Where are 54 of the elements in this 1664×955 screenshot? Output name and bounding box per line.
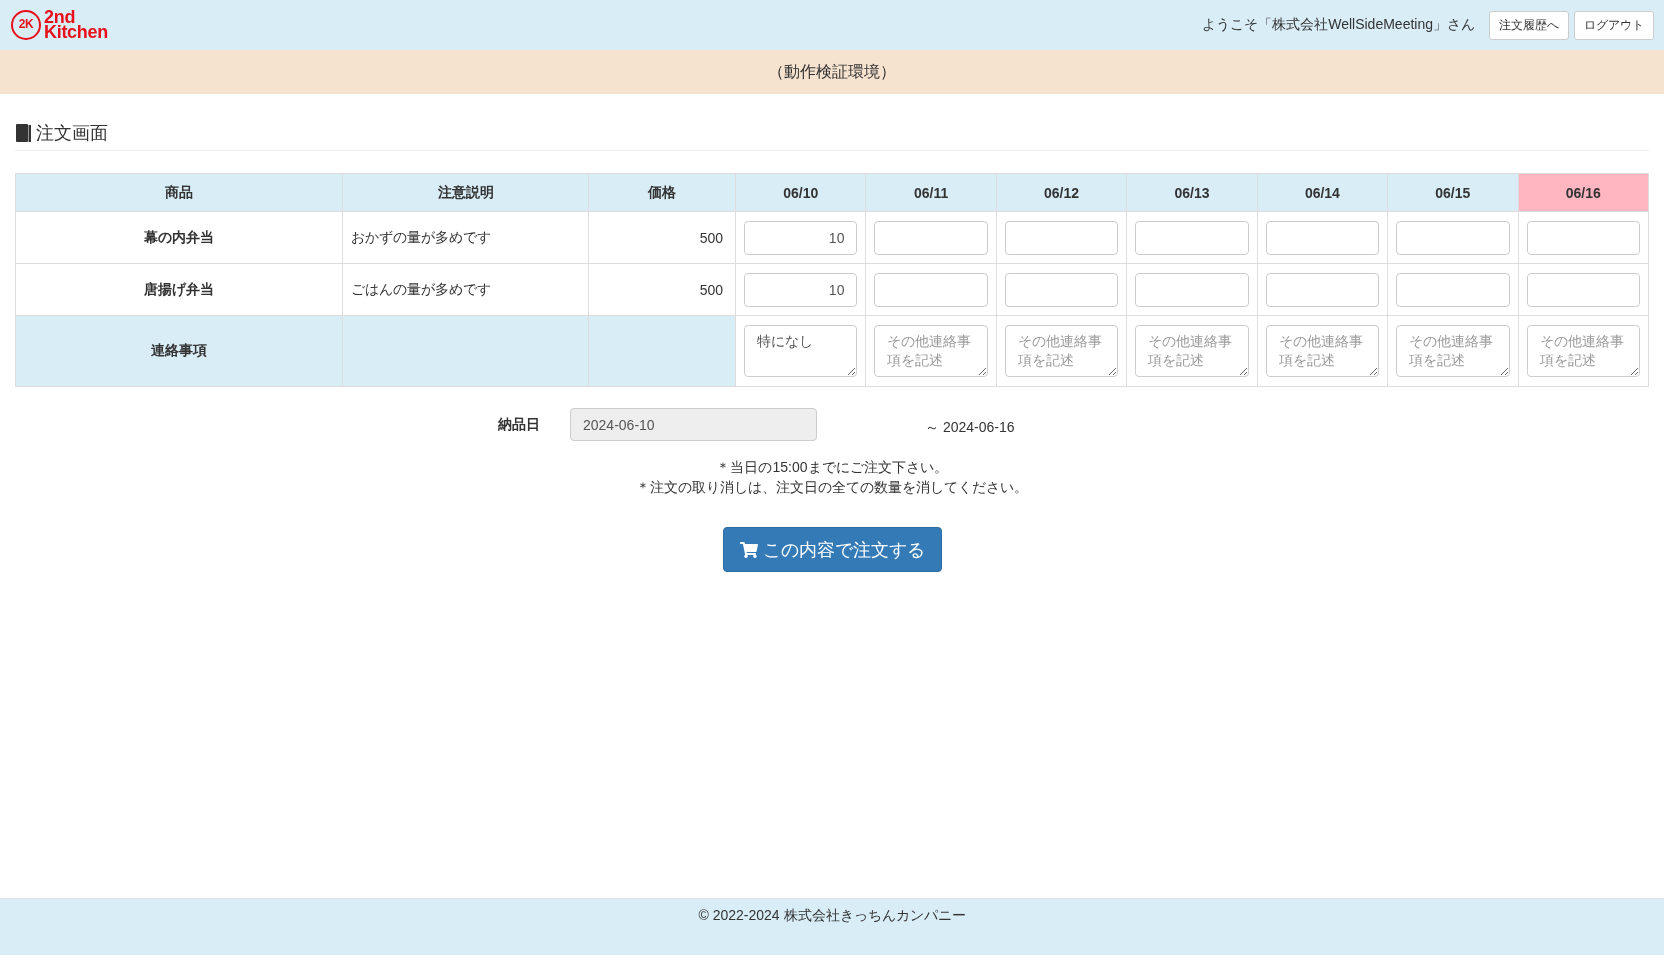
product-cell: 唐揚げ弁当	[15, 263, 343, 316]
message-textarea[interactable]: 特になし	[744, 325, 858, 377]
welcome-text: ようこそ「株式会社WellSideMeeting」さん	[1202, 16, 1475, 34]
message-textarea[interactable]: その他連絡事項を記述	[874, 325, 988, 377]
order-history-button[interactable]: 注文履歴へ	[1489, 10, 1569, 40]
delivery-date-label: 納品日	[498, 415, 541, 434]
quantity-input[interactable]	[1004, 272, 1119, 307]
price-cell: 500	[588, 263, 736, 316]
page-title: 注文画面	[36, 122, 108, 145]
note-cell: ごはんの量が多めです	[342, 263, 589, 316]
logo-badge: 2K	[11, 10, 41, 40]
quantity-input[interactable]	[1265, 272, 1380, 307]
quantity-input[interactable]: 10	[744, 220, 858, 255]
date-column-header: 06/14	[1257, 173, 1388, 212]
column-header: 価格	[588, 173, 736, 212]
logout-button[interactable]: ログアウト	[1574, 10, 1654, 40]
submit-order-button[interactable]: この内容で注文する	[722, 527, 942, 572]
quantity-input[interactable]	[1004, 220, 1119, 255]
quantity-input[interactable]	[1526, 220, 1640, 255]
environment-banner: （動作検証環境）	[0, 50, 1664, 94]
delivery-date-input[interactable]: 2024-06-10	[570, 408, 817, 441]
product-cell: 幕の内弁当	[15, 211, 343, 264]
quantity-input[interactable]: 10	[744, 272, 858, 307]
date-column-header: 06/15	[1387, 173, 1519, 212]
quantity-input[interactable]	[874, 220, 988, 255]
price-cell: 500	[588, 211, 736, 264]
book-icon	[16, 124, 31, 142]
quantity-input[interactable]	[874, 272, 988, 307]
message-textarea[interactable]: その他連絡事項を記述	[1265, 325, 1380, 377]
quantity-input[interactable]	[1396, 220, 1510, 255]
notice-text: ＊注文の取り消しは、注文日の全ての数量を消してください。	[636, 478, 1028, 497]
column-header: 注意説明	[342, 173, 589, 212]
quantity-input[interactable]	[1135, 272, 1249, 307]
quantity-input[interactable]	[1265, 220, 1380, 255]
row-label-cell: 連絡事項	[15, 315, 343, 387]
date-column-header: 06/12	[996, 173, 1127, 212]
delivery-end-date: ～ 2024-06-16	[925, 417, 1015, 437]
logo-wordmark: 2nd Kitchen	[44, 10, 108, 40]
date-column-header: 06/16	[1518, 173, 1649, 212]
quantity-input[interactable]	[1396, 272, 1510, 307]
cart-icon	[739, 540, 758, 559]
message-textarea[interactable]: その他連絡事項を記述	[1004, 325, 1119, 377]
note-cell: おかずの量が多めです	[342, 211, 589, 264]
date-column-header: 06/10	[735, 173, 866, 212]
copyright-text: © 2022-2024 株式会社きっちんカンパニー	[698, 907, 966, 925]
date-column-header: 06/11	[865, 173, 997, 212]
column-header: 商品	[15, 173, 343, 212]
notice-text: ＊当日の15:00までにご注文下さい。	[716, 458, 948, 477]
message-textarea[interactable]: その他連絡事項を記述	[1135, 325, 1249, 377]
message-textarea[interactable]: その他連絡事項を記述	[1396, 325, 1510, 377]
message-textarea[interactable]: その他連絡事項を記述	[1526, 325, 1640, 377]
quantity-input[interactable]	[1526, 272, 1640, 307]
quantity-input[interactable]	[1135, 220, 1249, 255]
date-column-header: 06/13	[1126, 173, 1258, 212]
